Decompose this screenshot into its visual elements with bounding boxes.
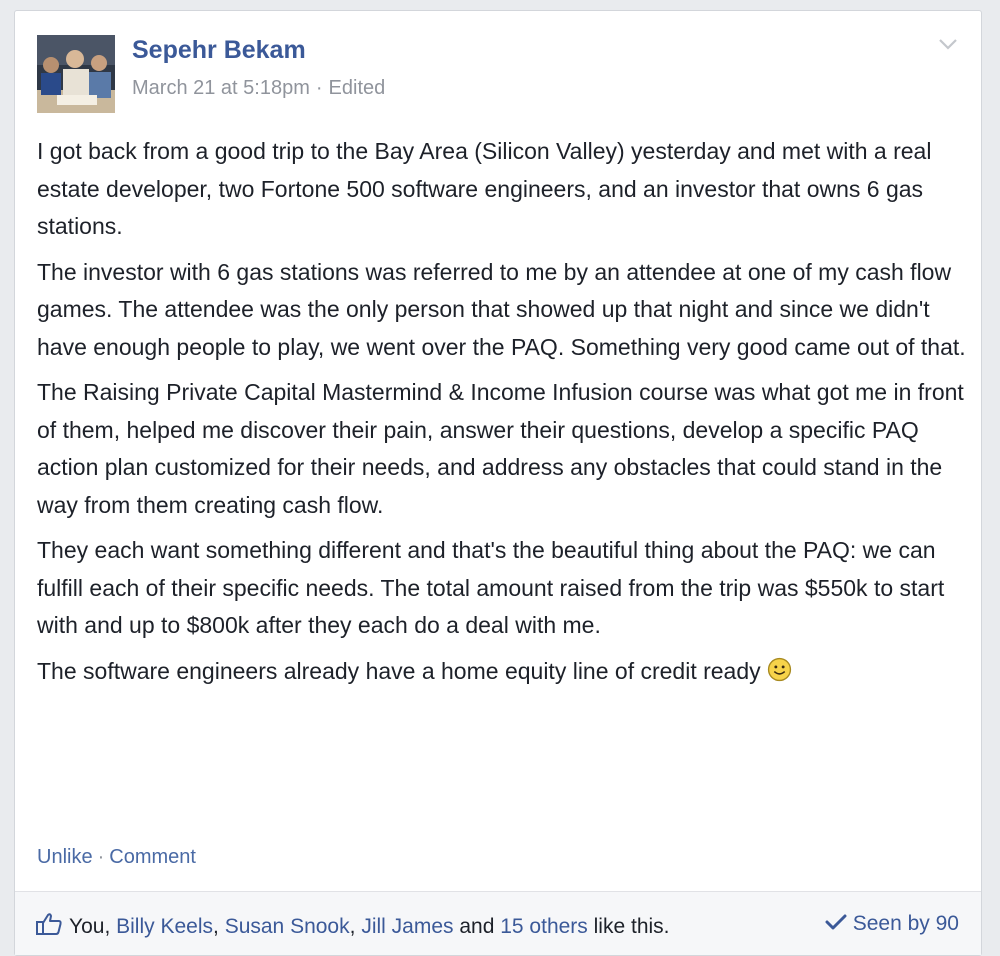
seen-by[interactable]: Seen by 90 — [825, 912, 959, 936]
avatar[interactable] — [37, 35, 115, 113]
post-paragraph: They each want something different and t… — [37, 537, 945, 638]
like-and: and — [459, 915, 495, 938]
like-suffix: like this. — [593, 915, 670, 938]
edited-label[interactable]: Edited — [329, 77, 386, 99]
unlike-button[interactable]: Unlike — [37, 846, 93, 868]
post-timestamp[interactable]: March 21 at 5:18pm — [132, 77, 310, 99]
post-actions: Unlike · Comment — [37, 846, 196, 869]
chevron-down-icon[interactable] — [937, 37, 959, 51]
like-comma: , — [213, 915, 219, 938]
likes-bar: You, Billy Keels, Susan Snook, Jill Jame… — [15, 891, 981, 955]
like-you: You — [69, 915, 105, 938]
like-comma: , — [349, 915, 356, 938]
action-separator: · — [97, 846, 105, 868]
liker-link[interactable]: Jill James — [361, 915, 453, 938]
post-paragraph: The investor with 6 gas stations was ref… — [37, 258, 966, 360]
post-body: I got back from a good trip to the Bay A… — [37, 133, 967, 698]
likes-summary: You, Billy Keels, Susan Snook, Jill Jame… — [35, 912, 670, 939]
comment-button[interactable]: Comment — [109, 846, 196, 868]
post-paragraph: The Raising Private Capital Mastermind &… — [37, 379, 964, 518]
smiley-icon — [767, 657, 791, 681]
liker-link[interactable]: Billy Keels — [116, 915, 213, 938]
post-meta: March 21 at 5:18pm · Edited — [132, 77, 385, 100]
post-paragraph: I got back from a good trip to the Bay A… — [37, 138, 932, 239]
liker-link[interactable]: Susan Snook — [225, 915, 350, 938]
feed-post: Sepehr Bekam March 21 at 5:18pm · Edited I… — [14, 10, 982, 956]
thumbs-up-icon[interactable] — [35, 912, 63, 936]
seen-by-label: Seen by 90 — [852, 912, 959, 935]
checkmark-icon — [825, 914, 847, 930]
like-comma: , — [104, 915, 111, 938]
profile-photo — [37, 35, 115, 113]
others-link[interactable]: 15 others — [500, 915, 588, 938]
meta-separator: · — [315, 77, 323, 99]
post-paragraph-text: The software engineers already have a ho… — [37, 657, 761, 684]
author-name[interactable]: Sepehr Bekam — [132, 36, 306, 65]
post-paragraph-last: The software engineers already have a ho… — [37, 653, 967, 691]
